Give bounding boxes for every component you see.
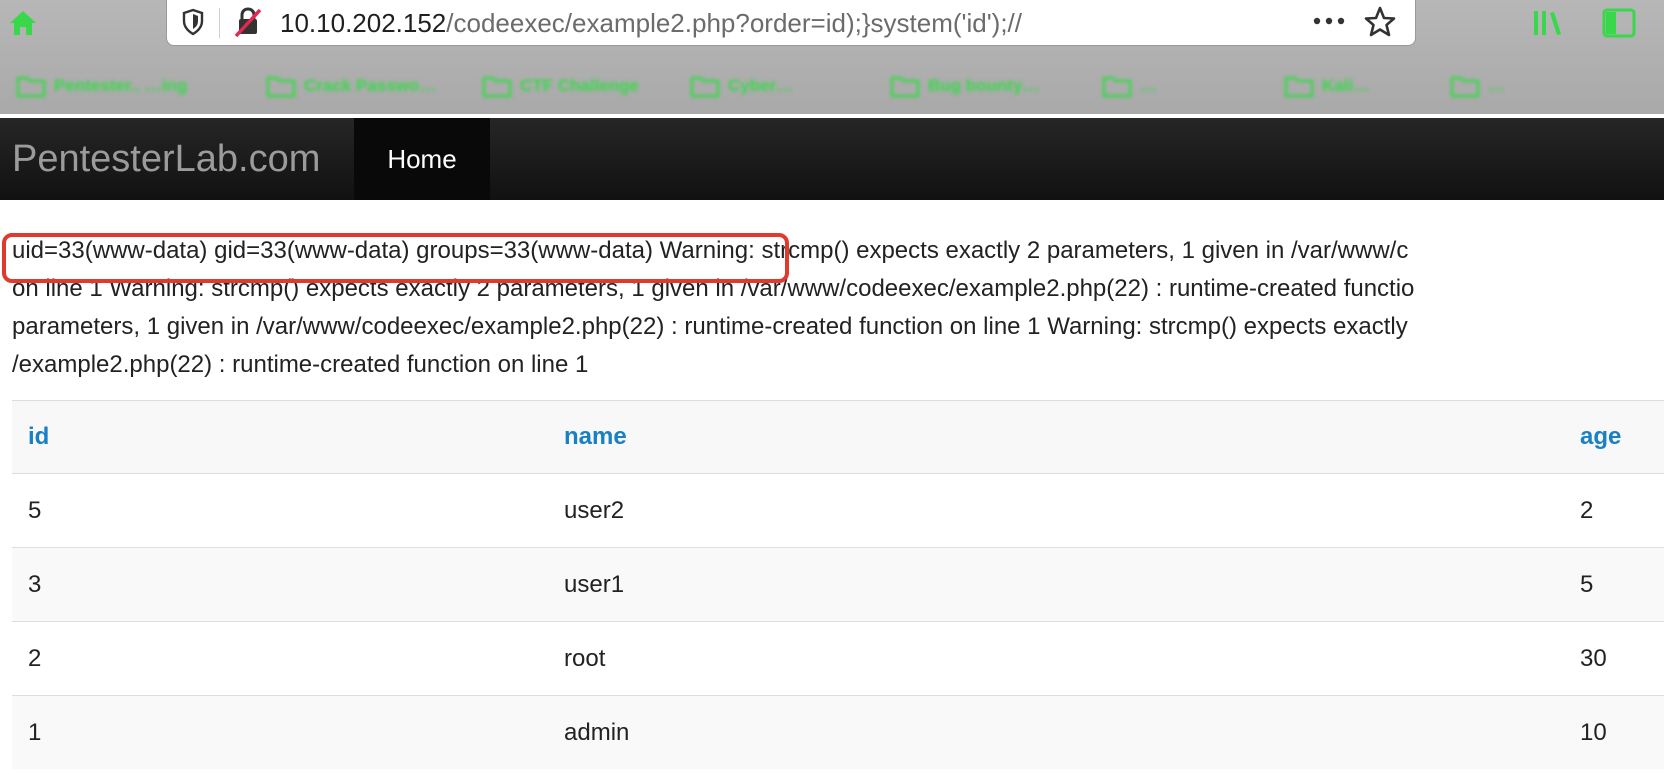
browser-toolbar: 10.10.202.152/codeexec/example2.php?orde… [0,0,1664,114]
command-output: uid=33(www-data) gid=33(www-data) groups… [2,232,1664,384]
site-navbar: PentesterLab.com Home [0,118,1664,200]
more-actions-icon[interactable] [1309,6,1349,36]
bookmark-label: Crack Passwo… [304,76,437,95]
folder-icon [690,76,720,98]
cell-age: 2 [1564,473,1664,548]
table-row: 2 root 30 [12,621,1664,696]
insecure-lock-icon[interactable] [233,6,263,38]
url-path: /codeexec/example2.php?order=id);}system… [446,8,1023,38]
table-row: 3 user1 5 [12,547,1664,622]
bookmarks-bar: Pentester.. …ing Crack Passwo… CTF Chall… [0,64,1664,108]
cell-id: 2 [12,621,548,696]
cell-name: admin [548,695,1564,769]
site-brand[interactable]: PentesterLab.com [12,138,320,181]
bookmark-folder[interactable]: Bug bounty… [890,70,1039,102]
bookmark-folder[interactable]: Kali… [1284,70,1370,102]
results-table: id name age 5 user2 2 3 user1 5 2 root 3… [12,400,1664,769]
bookmark-folder[interactable]: Pentester.. …ing [16,70,187,102]
url-text[interactable]: 10.10.202.152/codeexec/example2.php?orde… [280,7,1022,39]
cell-id: 5 [12,473,548,548]
bookmark-label: … [1488,76,1505,95]
bookmark-label: Kali… [1322,76,1371,95]
output-line-3: parameters, 1 given in /var/www/codeexec… [12,313,1408,340]
library-icon[interactable] [1530,6,1570,40]
home-icon[interactable] [6,6,40,40]
table-row: 5 user2 2 [12,473,1664,548]
folder-icon [482,76,512,98]
folder-icon [890,76,920,98]
cell-age: 5 [1564,547,1664,622]
table-row: 1 admin 10 [12,695,1664,769]
url-host: 10.10.202.152 [280,8,447,38]
cell-name: user1 [548,547,1564,622]
tracking-shield-icon[interactable] [181,8,205,36]
column-header-age[interactable]: age [1564,400,1664,474]
folder-icon [1450,76,1480,98]
address-bar[interactable]: 10.10.202.152/codeexec/example2.php?orde… [166,0,1416,46]
folder-icon [1284,76,1314,98]
bookmark-label: CTF Challenge [520,76,640,95]
url-separator [219,8,220,38]
bookmark-star-icon[interactable] [1363,5,1397,39]
column-header-id[interactable]: id [12,400,548,474]
bookmark-folder[interactable]: Cyber… [690,70,793,102]
bookmark-folder[interactable]: … [1102,70,1157,102]
column-header-name[interactable]: name [548,400,1564,474]
bookmark-folder[interactable]: … [1450,70,1505,102]
folder-icon [16,76,46,98]
folder-icon [1102,76,1132,98]
highlight-box [2,233,789,283]
bookmark-folder[interactable]: Crack Passwo… [266,70,436,102]
cell-name: user2 [548,473,1564,548]
folder-icon [266,76,296,98]
bookmark-label: Bug bounty… [928,76,1040,95]
page-content: uid=33(www-data) gid=33(www-data) groups… [2,232,1664,384]
cell-age: 10 [1564,695,1664,769]
bookmark-label: … [1140,76,1157,95]
sidebar-icon[interactable] [1600,6,1638,40]
cell-id: 3 [12,547,548,622]
nav-home-link[interactable]: Home [354,118,490,200]
bookmark-folder[interactable]: CTF Challenge [482,70,639,102]
output-line-4: /example2.php(22) : runtime-created func… [12,351,589,378]
bookmark-label: Pentester.. …ing [54,76,188,95]
cell-id: 1 [12,695,548,769]
cell-age: 30 [1564,621,1664,696]
table-header-row: id name age [12,400,1664,474]
cell-name: root [548,621,1564,696]
bookmark-label: Cyber… [728,76,794,95]
